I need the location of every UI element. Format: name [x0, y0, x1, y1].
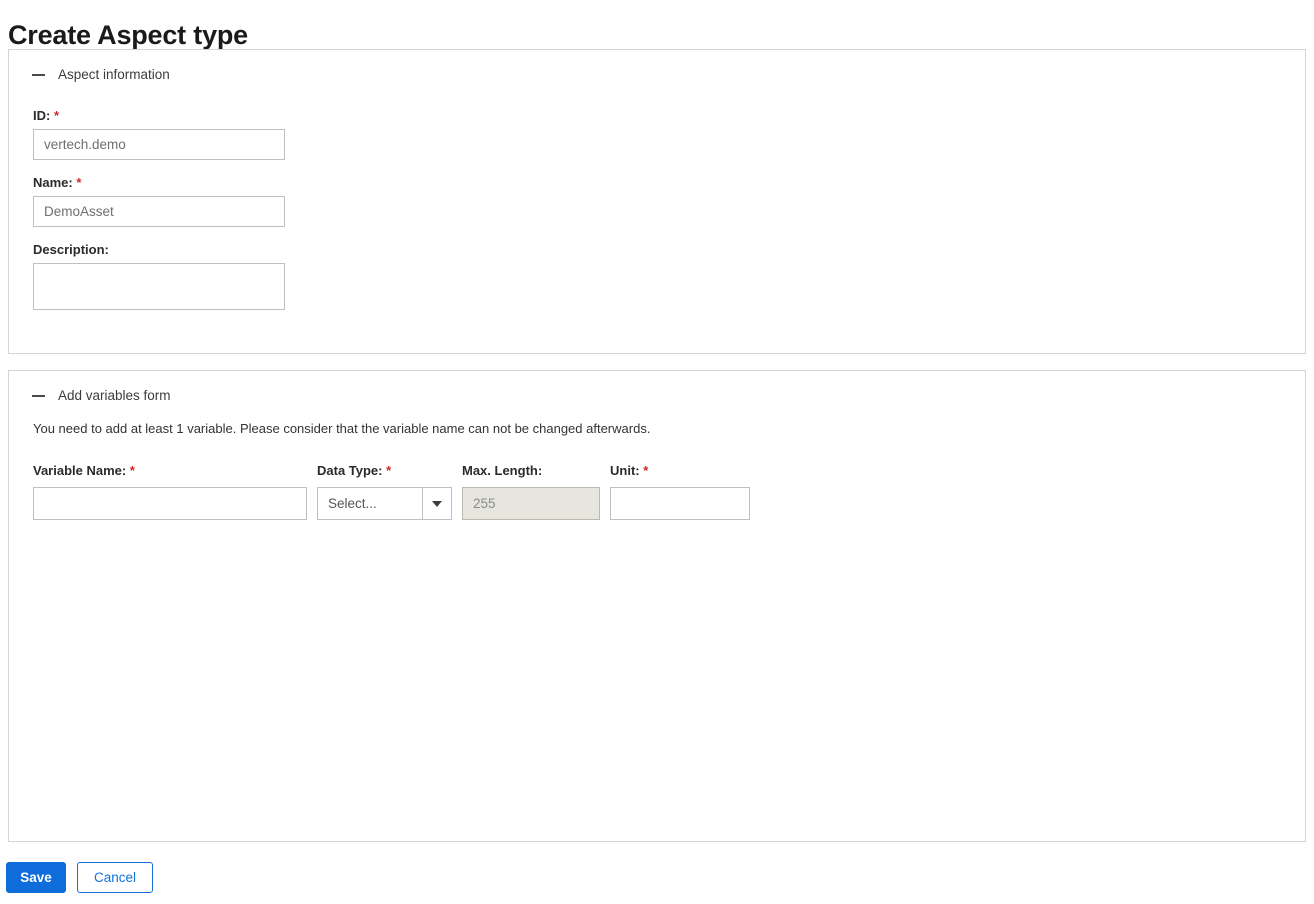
data-type-select[interactable]: Select... — [317, 487, 452, 520]
helper-text: You need to add at least 1 variable. Ple… — [33, 421, 651, 436]
add-variables-title: Add variables form — [58, 388, 171, 403]
max-length-input — [462, 487, 600, 520]
save-button[interactable]: Save — [6, 862, 66, 893]
id-input[interactable] — [33, 129, 285, 160]
cancel-button[interactable]: Cancel — [77, 862, 153, 893]
unit-label: Unit: * — [610, 463, 649, 478]
max-length-label: Max. Length: — [462, 463, 543, 478]
page-title: Create Aspect type — [8, 20, 248, 51]
data-type-selected-value: Select... — [328, 496, 377, 511]
required-marker: * — [129, 463, 135, 478]
aspect-information-header[interactable]: Aspect information — [9, 50, 1305, 82]
add-variables-header[interactable]: Add variables form — [9, 371, 1305, 403]
field-data-type: Data Type: * Select... — [317, 463, 452, 520]
minus-icon[interactable] — [32, 389, 45, 402]
chevron-down-icon[interactable] — [422, 488, 451, 519]
description-label: Description: — [33, 242, 109, 257]
variable-name-label: Variable Name: * — [33, 463, 135, 478]
required-marker: * — [53, 108, 60, 123]
variable-entry-row: Variable Name: * Data Type: * Select... … — [33, 463, 750, 520]
unit-input[interactable] — [610, 487, 750, 520]
field-unit: Unit: * — [610, 463, 750, 520]
aspect-information-panel: Aspect information ID: * Name: * Descrip… — [8, 49, 1306, 354]
create-aspect-type-page: Create Aspect type Aspect information ID… — [0, 0, 1314, 904]
field-id: ID: * — [33, 108, 285, 160]
field-name: Name: * — [33, 175, 285, 227]
name-label: Name: * — [33, 175, 82, 190]
required-marker: * — [643, 463, 649, 478]
variable-name-input[interactable] — [33, 487, 307, 520]
aspect-information-title: Aspect information — [58, 67, 170, 82]
field-max-length: Max. Length: — [462, 463, 600, 520]
add-variables-panel: Add variables form You need to add at le… — [8, 370, 1306, 842]
data-type-label: Data Type: * — [317, 463, 392, 478]
minus-icon[interactable] — [32, 68, 45, 81]
field-variable-name: Variable Name: * — [33, 463, 307, 520]
required-marker: * — [76, 175, 82, 190]
required-marker: * — [386, 463, 392, 478]
field-description: Description: — [33, 242, 285, 310]
name-input[interactable] — [33, 196, 285, 227]
id-label: ID: * — [33, 108, 60, 123]
description-textarea[interactable] — [33, 263, 285, 310]
aspect-fields: ID: * Name: * Description: — [33, 108, 285, 325]
form-actions: Save Cancel — [6, 862, 153, 893]
